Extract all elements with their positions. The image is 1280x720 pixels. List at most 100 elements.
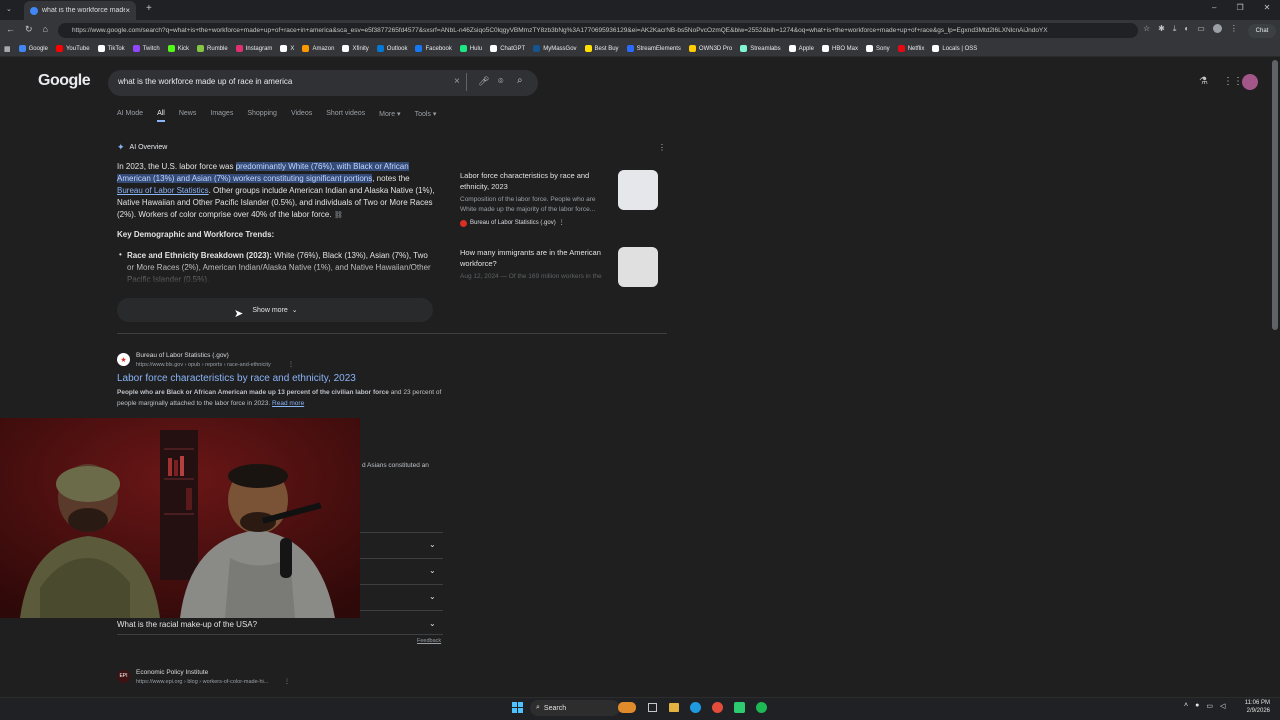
faq-chevron-icon[interactable]: ⌄ bbox=[429, 619, 436, 628]
star-icon[interactable]: ☆ bbox=[1143, 24, 1150, 34]
bookmark-item[interactable]: X bbox=[280, 45, 294, 52]
widgets-icon[interactable] bbox=[618, 702, 636, 713]
tray-volume-icon[interactable]: ◁ bbox=[1220, 702, 1225, 710]
link-chip-icon[interactable]: ⛓ bbox=[334, 212, 343, 219]
faq-chevron-icon[interactable]: ⌄ bbox=[429, 540, 436, 549]
google-logo[interactable]: Google bbox=[38, 72, 91, 90]
bookmark-item[interactable]: Instagram bbox=[235, 45, 272, 52]
tab-more[interactable]: More ▾ bbox=[379, 110, 400, 122]
extensions-icon[interactable]: ✱ bbox=[1158, 24, 1165, 34]
tab-news[interactable]: News bbox=[179, 110, 197, 122]
sidebar-icon[interactable]: ▭ bbox=[1197, 24, 1205, 34]
faq-chevron-icon[interactable]: ⌄ bbox=[429, 592, 436, 601]
bookmark-item[interactable]: Best Buy bbox=[584, 45, 619, 52]
bookmark-label: Amazon bbox=[312, 45, 335, 52]
bookmark-item[interactable]: Twitch bbox=[132, 45, 160, 52]
result-menu-icon[interactable]: ⋮ bbox=[288, 361, 294, 368]
bookmark-item[interactable]: Google bbox=[18, 45, 48, 52]
source-card-2[interactable]: How many immigrants are in the American … bbox=[460, 247, 660, 287]
maximize-button[interactable]: ❐ bbox=[1236, 3, 1243, 12]
tab-tools[interactable]: Tools ▾ bbox=[415, 110, 437, 122]
bookmark-item[interactable]: Xfinity bbox=[342, 45, 369, 52]
tray-monitor-icon[interactable]: ▭ bbox=[1206, 702, 1213, 710]
bookmark-label: Locals | OSS bbox=[942, 45, 978, 52]
bookmark-item[interactable]: Locals | OSS bbox=[932, 45, 977, 52]
result-site-name[interactable]: Economic Policy Institute bbox=[136, 669, 208, 676]
feedback-link[interactable]: Feedback bbox=[417, 638, 441, 644]
search-input[interactable]: what is the workforce made up of race in… bbox=[118, 77, 292, 86]
labs-flask-icon[interactable]: ⚗ bbox=[1199, 76, 1208, 87]
taskbar-clock[interactable]: 11:06 PM 2/9/2026 bbox=[1236, 699, 1270, 715]
menu-icon[interactable]: ⋮ bbox=[1230, 24, 1238, 34]
bookmark-item[interactable]: TikTok bbox=[97, 45, 125, 52]
result-menu-icon[interactable]: ⋮ bbox=[284, 678, 290, 685]
bookmark-item[interactable]: OWN3D Pro bbox=[688, 45, 732, 52]
clear-search-icon[interactable]: × bbox=[454, 76, 460, 87]
browser-tab[interactable]: what is the workforce made up of × bbox=[24, 1, 136, 20]
tray-mic-icon[interactable]: ● bbox=[1195, 702, 1199, 710]
close-window-button[interactable]: ✕ bbox=[1264, 3, 1271, 12]
bookmark-item[interactable]: Streamlabs bbox=[740, 45, 781, 52]
search-icon[interactable]: ⌕ bbox=[517, 75, 523, 86]
home-icon[interactable]: ⌂ bbox=[43, 24, 48, 35]
chrome-icon[interactable] bbox=[712, 702, 723, 713]
bookmark-item[interactable]: Rumble bbox=[197, 45, 228, 52]
faq-chevron-icon[interactable]: ⌄ bbox=[429, 566, 436, 575]
lens-icon[interactable]: ⌾ bbox=[498, 76, 503, 87]
read-more-link[interactable]: Read more bbox=[272, 400, 304, 407]
sync-icon[interactable]: ◐ bbox=[1184, 24, 1189, 34]
chat-button[interactable]: Chat bbox=[1248, 24, 1276, 38]
edge-icon[interactable] bbox=[690, 702, 701, 713]
tab-ai-mode[interactable]: AI Mode bbox=[117, 110, 143, 122]
file-explorer-icon[interactable] bbox=[669, 703, 679, 712]
result-title[interactable]: Labor force characteristics by race and … bbox=[117, 373, 356, 384]
bls-link[interactable]: Bureau of Labor Statistics bbox=[117, 186, 209, 195]
address-bar[interactable]: https://www.google.com/search?q=what+is+… bbox=[58, 23, 1138, 38]
tab-short-videos[interactable]: Short videos bbox=[326, 110, 365, 122]
bookmark-item[interactable]: StreamElements bbox=[626, 45, 681, 52]
result-url[interactable]: https://www.epi.org › blog › workers-of-… bbox=[136, 679, 268, 685]
faq-question[interactable]: What is the racial make-up of the USA? bbox=[117, 620, 257, 629]
bookmark-item[interactable]: HBO Max bbox=[821, 45, 858, 52]
profile-icon[interactable] bbox=[1212, 24, 1222, 33]
taskbar-search[interactable]: ⌕ Search bbox=[530, 700, 620, 716]
google-apps-icon[interactable]: ⋮⋮ bbox=[1223, 76, 1243, 87]
new-tab-button[interactable]: + bbox=[146, 3, 152, 14]
bookmark-item[interactable]: Amazon bbox=[302, 45, 334, 52]
windows-start-icon[interactable] bbox=[512, 702, 523, 713]
account-avatar[interactable] bbox=[1242, 74, 1258, 90]
spotify-icon[interactable] bbox=[756, 702, 767, 713]
tab-videos[interactable]: Videos bbox=[291, 110, 312, 122]
bookmark-item[interactable]: YouTube bbox=[55, 45, 90, 52]
source-card-1[interactable]: Labor force characteristics by race and … bbox=[460, 170, 660, 229]
close-tab-icon[interactable]: × bbox=[125, 6, 130, 15]
bookmark-item[interactable]: Sony bbox=[866, 45, 890, 52]
task-view-icon[interactable] bbox=[648, 703, 657, 712]
minimize-button[interactable]: – bbox=[1212, 3, 1216, 12]
bookmark-item[interactable]: Hulu bbox=[459, 45, 482, 52]
bookmark-item[interactable]: MyMassGov bbox=[533, 45, 577, 52]
tab-all[interactable]: All bbox=[157, 110, 165, 122]
result-site-name[interactable]: Bureau of Labor Statistics (.gov) bbox=[136, 352, 229, 359]
app-icon[interactable] bbox=[734, 702, 745, 713]
bookmark-item[interactable]: ChatGPT bbox=[490, 45, 525, 52]
microphone-icon[interactable]: 🎤︎ bbox=[478, 76, 489, 87]
back-arrow-icon[interactable]: ← bbox=[6, 24, 15, 35]
tray-chevron-icon[interactable]: ˄ bbox=[1184, 702, 1188, 710]
tab-search-icon[interactable]: ⌄ bbox=[6, 5, 12, 13]
bookmark-item[interactable]: Netflix bbox=[897, 45, 924, 52]
tab-images[interactable]: Images bbox=[210, 110, 233, 122]
tab-shopping[interactable]: Shopping bbox=[247, 110, 277, 122]
reload-icon[interactable]: ↻ bbox=[25, 24, 33, 35]
apps-icon[interactable]: ▦ bbox=[4, 45, 11, 53]
downloads-icon[interactable]: ⤓ bbox=[1173, 24, 1177, 34]
bookmark-item[interactable]: Facebook bbox=[415, 45, 452, 52]
show-more-button[interactable]: Show more ⌄ bbox=[117, 298, 433, 322]
bookmark-item[interactable]: Outlook bbox=[376, 45, 407, 52]
page-scrollbar[interactable] bbox=[1272, 60, 1278, 330]
result-url[interactable]: https://www.bls.gov › opub › reports › r… bbox=[136, 362, 271, 368]
ai-overview-menu-icon[interactable]: ⋮ bbox=[658, 143, 666, 152]
bookmark-item[interactable]: Kick bbox=[167, 45, 189, 52]
source-menu-icon[interactable]: ⋮ bbox=[559, 218, 565, 229]
bookmark-item[interactable]: Apple bbox=[788, 45, 814, 52]
